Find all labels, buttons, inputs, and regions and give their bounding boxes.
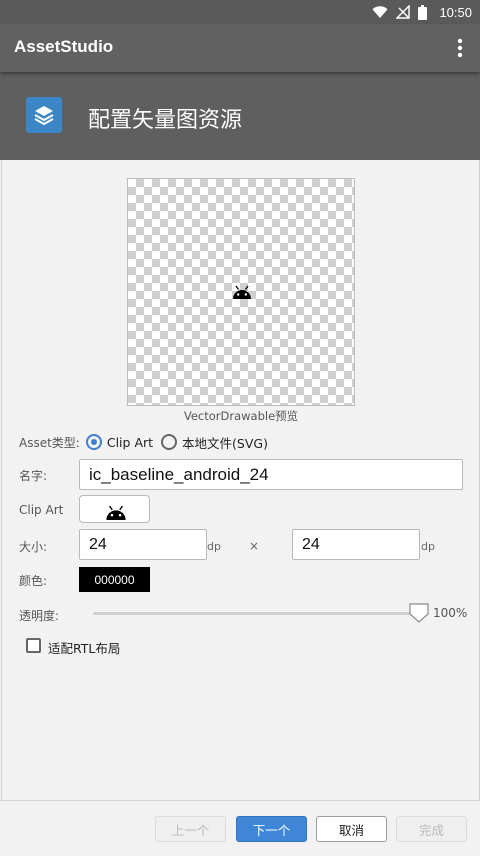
- width-input[interactable]: 24: [79, 529, 207, 560]
- opacity-slider-thumb[interactable]: [408, 602, 430, 624]
- radio-clip-art-label[interactable]: Clip Art: [107, 435, 153, 450]
- name-label: 名字:: [19, 469, 48, 483]
- vector-preview: [127, 178, 355, 406]
- width-unit: dp: [207, 540, 221, 553]
- clip-art-label: Clip Art: [19, 503, 64, 517]
- name-input[interactable]: ic_baseline_android_24: [79, 459, 463, 490]
- android-icon: [106, 505, 126, 520]
- radio-local-svg[interactable]: [161, 434, 178, 450]
- prev-button[interactable]: 上一个: [155, 816, 226, 842]
- android-icon: [233, 285, 251, 299]
- clip-art-button[interactable]: [79, 495, 150, 523]
- opacity-value: 100%: [433, 606, 468, 620]
- height-input[interactable]: 24: [292, 529, 420, 560]
- rtl-checkbox-label[interactable]: 适配RTL布局: [48, 638, 120, 657]
- page-header: 配置矢量图资源: [0, 72, 480, 160]
- asset-type-row: Asset类型: Clip Art 本地文件(SVG): [19, 432, 268, 452]
- app-title: AssetStudio: [14, 37, 114, 56]
- more-vert-icon[interactable]: [450, 36, 470, 60]
- no-signal-icon: [396, 5, 411, 19]
- color-swatch-button[interactable]: 000000: [79, 567, 150, 592]
- form-content: VectorDrawable预览 Asset类型: Clip Art 本地文件(…: [1, 160, 480, 800]
- clock: 10:50: [439, 4, 472, 20]
- size-separator: ×: [249, 539, 260, 553]
- finish-button[interactable]: 完成: [396, 816, 467, 842]
- app-toolbar: AssetStudio: [0, 24, 480, 72]
- status-icons: 10:50: [372, 3, 472, 21]
- battery-icon: [418, 4, 428, 20]
- height-unit: dp: [421, 540, 435, 553]
- layers-icon: [26, 97, 62, 133]
- rtl-checkbox[interactable]: [26, 638, 41, 653]
- next-button[interactable]: 下一个: [236, 816, 307, 842]
- preview-caption: VectorDrawable预览: [183, 409, 299, 423]
- radio-clip-art[interactable]: [85, 434, 102, 450]
- asset-type-label: Asset类型:: [19, 435, 80, 450]
- status-bar: 10:50: [0, 0, 480, 24]
- opacity-label: 透明度:: [19, 609, 60, 623]
- size-label: 大小:: [19, 540, 48, 554]
- opacity-slider-track[interactable]: [93, 612, 420, 615]
- wizard-footer: 上一个 下一个 取消 完成: [0, 800, 480, 856]
- color-label: 颜色:: [19, 574, 48, 588]
- wifi-icon: [372, 6, 388, 18]
- radio-local-svg-label[interactable]: 本地文件(SVG): [182, 433, 268, 452]
- page-title: 配置矢量图资源: [88, 108, 243, 133]
- cancel-button[interactable]: 取消: [316, 816, 387, 842]
